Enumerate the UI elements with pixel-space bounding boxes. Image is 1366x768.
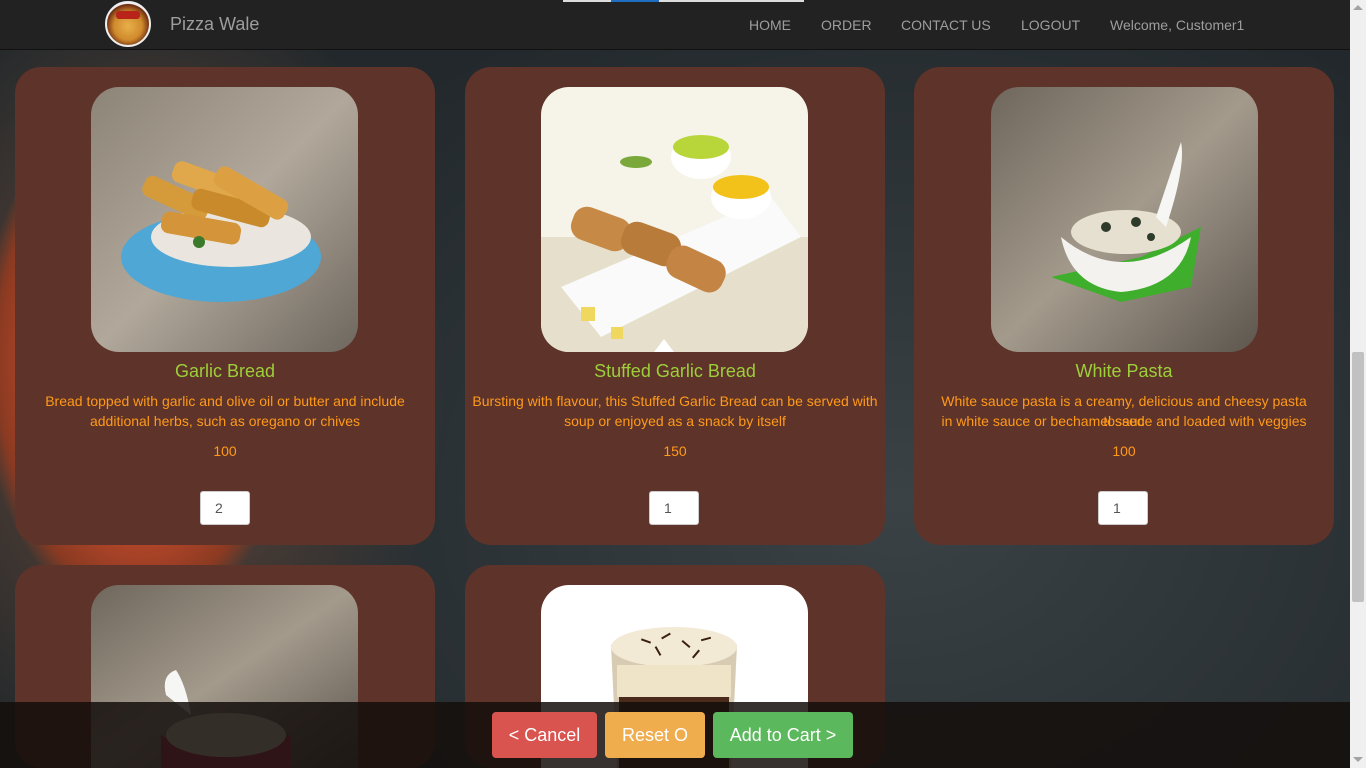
item-description-line1: Bread topped with garlic and olive oil o… [45,393,405,409]
scroll-thumb[interactable] [1352,352,1364,602]
nav-logout[interactable]: LOGOUT [1021,17,1080,33]
white-pasta-image [991,87,1258,352]
pizza-logo[interactable] [105,1,151,47]
nav-home[interactable]: HOME [749,17,791,33]
cancel-button[interactable]: < Cancel [492,712,597,758]
brand-name[interactable]: Pizza Wale [170,14,259,35]
garlic-bread-image [91,87,358,352]
stuffed-garlic-bread-image [541,87,808,352]
item-price: 100 [213,443,237,459]
item-description-line2: soup or enjoyed as a snack by itself [564,413,786,429]
item-price: 150 [663,443,687,459]
menu-item-card: Garlic Bread Bread topped with garlic an… [15,67,435,545]
menu-item-card: White Pasta White sauce pasta is a cream… [914,67,1334,545]
item-description-line1: Bursting with flavour, this Stuffed Garl… [472,393,878,409]
welcome-message: Welcome, Customer1 [1110,17,1245,33]
nav-order[interactable]: ORDER [821,17,872,33]
scroll-up-icon[interactable] [1353,5,1363,10]
tab-indicator [659,0,804,2]
nav-contact-us[interactable]: CONTACT US [901,17,991,33]
quantity-input[interactable] [649,491,699,525]
quantity-input[interactable] [1098,491,1148,525]
quantity-input[interactable] [200,491,250,525]
item-name: White Pasta [1075,361,1173,381]
scroll-down-icon[interactable] [1353,757,1363,762]
tab-indicator [563,0,611,2]
item-description-line2: in white sauce or bechamel sauce and loa… [941,413,1307,429]
item-price: 100 [1112,443,1136,459]
menu-item-card: Stuffed Garlic Bread Bursting with flavo… [465,67,885,545]
reset-button[interactable]: Reset O [605,712,705,758]
add-to-cart-button[interactable]: Add to Cart > [713,712,853,758]
item-name: Stuffed Garlic Bread [594,361,756,381]
item-description-line2: additional herbs, such as oregano or chi… [89,413,361,429]
item-name: Garlic Bread [174,361,276,381]
tab-indicator-active [611,0,659,2]
